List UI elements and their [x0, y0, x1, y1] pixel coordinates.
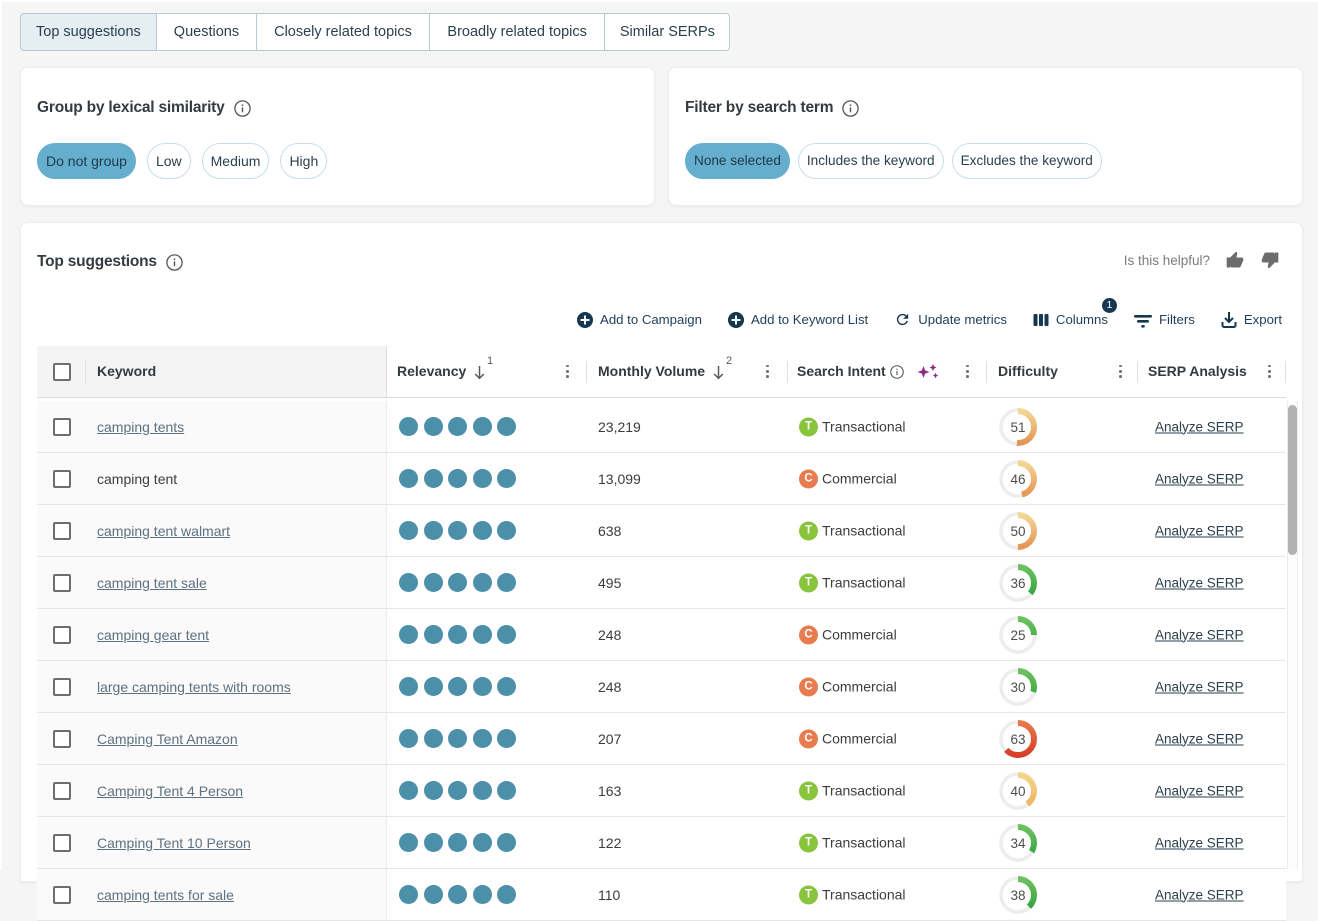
svg-text:51: 51 [1010, 420, 1025, 435]
svg-text:46: 46 [1010, 472, 1025, 487]
svg-text:38: 38 [1010, 888, 1025, 903]
svg-text:40: 40 [1010, 784, 1025, 799]
svg-text:30: 30 [1010, 680, 1025, 695]
svg-text:34: 34 [1010, 836, 1026, 851]
svg-text:36: 36 [1010, 576, 1025, 591]
svg-text:63: 63 [1010, 732, 1025, 747]
svg-text:25: 25 [1010, 628, 1025, 643]
svg-text:50: 50 [1010, 524, 1025, 539]
